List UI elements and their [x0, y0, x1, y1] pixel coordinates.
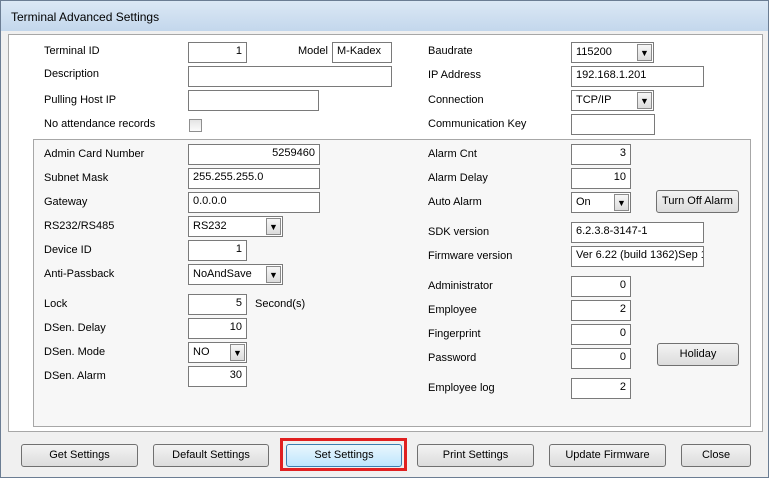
rs232-rs485-select[interactable]: RS232 ▼ [188, 216, 283, 237]
administrator-label: Administrator [428, 280, 493, 292]
chevron-down-icon: ▼ [637, 44, 652, 61]
ip-address-label: IP Address [428, 69, 481, 81]
dsen-delay-field[interactable]: 10 [188, 318, 247, 339]
firmware-version-label: Firmware version [428, 250, 513, 262]
chevron-down-icon: ▼ [614, 194, 629, 211]
lock-unit-label: Second(s) [255, 298, 306, 310]
anti-passback-select[interactable]: NoAndSave ▼ [188, 264, 283, 285]
dsen-mode-select[interactable]: NO ▼ [188, 342, 247, 363]
close-button[interactable]: Close [681, 444, 751, 467]
description-field[interactable] [188, 66, 392, 87]
connection-select[interactable]: TCP/IP ▼ [571, 90, 654, 111]
ip-address-field[interactable]: 192.168.1.201 [571, 66, 704, 87]
admin-card-number-field[interactable]: 5259460 [188, 144, 320, 165]
anti-passback-label: Anti-Passback [44, 268, 115, 280]
auto-alarm-label: Auto Alarm [428, 196, 482, 208]
rs232-rs485-label: RS232/RS485 [44, 220, 115, 232]
model-field[interactable]: M-Kadex [332, 42, 392, 63]
chevron-down-icon: ▼ [266, 218, 281, 235]
dsen-mode-value: NO [193, 346, 210, 358]
description-label: Description [44, 68, 100, 80]
model-label: Model [298, 45, 328, 57]
print-settings-button[interactable]: Print Settings [417, 444, 534, 467]
administrator-field[interactable]: 0 [571, 276, 631, 297]
connection-value: TCP/IP [576, 94, 612, 106]
window-title: Terminal Advanced Settings [11, 10, 160, 24]
highlight-box [280, 438, 407, 471]
sdk-version-label: SDK version [428, 226, 490, 238]
employee-log-field[interactable]: 2 [571, 378, 631, 399]
subnet-mask-label: Subnet Mask [44, 172, 109, 184]
anti-passback-value: NoAndSave [193, 268, 252, 280]
chevron-down-icon: ▼ [637, 92, 652, 109]
baudrate-label: Baudrate [428, 45, 473, 57]
employee-field[interactable]: 2 [571, 300, 631, 321]
fingerprint-field[interactable]: 0 [571, 324, 631, 345]
alarm-cnt-field[interactable]: 3 [571, 144, 631, 165]
dsen-delay-label: DSen. Delay [44, 322, 106, 334]
subnet-mask-field[interactable]: 255.255.255.0 [188, 168, 320, 189]
no-attendance-records-checkbox[interactable] [189, 119, 202, 132]
device-settings-panel [33, 139, 751, 427]
update-firmware-button[interactable]: Update Firmware [549, 444, 666, 467]
lock-label: Lock [44, 298, 68, 310]
rs232-rs485-value: RS232 [193, 220, 227, 232]
firmware-version-field[interactable]: Ver 6.22 (build 1362)Sep 1 [571, 246, 704, 267]
dsen-alarm-label: DSen. Alarm [44, 370, 106, 382]
connection-label: Connection [428, 94, 484, 106]
pulling-host-ip-label: Pulling Host IP [44, 94, 117, 106]
fingerprint-label: Fingerprint [428, 328, 481, 340]
device-id-field[interactable]: 1 [188, 240, 247, 261]
alarm-cnt-label: Alarm Cnt [428, 148, 477, 160]
password-field[interactable]: 0 [571, 348, 631, 369]
alarm-delay-field[interactable]: 10 [571, 168, 631, 189]
lock-field[interactable]: 5 [188, 294, 247, 315]
gateway-field[interactable]: 0.0.0.0 [188, 192, 320, 213]
turn-off-alarm-button[interactable]: Turn Off Alarm [656, 190, 739, 213]
alarm-delay-label: Alarm Delay [428, 172, 488, 184]
default-settings-button[interactable]: Default Settings [153, 444, 269, 467]
sdk-version-field[interactable]: 6.2.3.8-3147-1 [571, 222, 704, 243]
chevron-down-icon: ▼ [266, 266, 281, 283]
baudrate-value: 115200 [576, 46, 612, 58]
baudrate-select[interactable]: 115200 ▼ [571, 42, 654, 63]
auto-alarm-value: On [576, 196, 591, 208]
employee-log-label: Employee log [428, 382, 495, 394]
dsen-alarm-field[interactable]: 30 [188, 366, 247, 387]
employee-label: Employee [428, 304, 477, 316]
terminal-id-field[interactable]: 1 [188, 42, 247, 63]
admin-card-number-label: Admin Card Number [44, 148, 145, 160]
device-id-label: Device ID [44, 244, 92, 256]
terminal-advanced-settings-window: Terminal Advanced Settings Terminal ID 1… [0, 0, 769, 478]
chevron-down-icon: ▼ [230, 344, 245, 361]
communication-key-field[interactable] [571, 114, 655, 135]
communication-key-label: Communication Key [428, 118, 527, 130]
auto-alarm-select[interactable]: On ▼ [571, 192, 631, 213]
no-attendance-records-label: No attendance records [44, 118, 156, 130]
gateway-label: Gateway [44, 196, 88, 208]
terminal-id-label: Terminal ID [44, 45, 100, 57]
dsen-mode-label: DSen. Mode [44, 346, 106, 358]
holiday-button[interactable]: Holiday [657, 343, 739, 366]
pulling-host-ip-field[interactable] [188, 90, 319, 111]
title-bar: Terminal Advanced Settings [1, 1, 768, 31]
get-settings-button[interactable]: Get Settings [21, 444, 138, 467]
password-label: Password [428, 352, 477, 364]
